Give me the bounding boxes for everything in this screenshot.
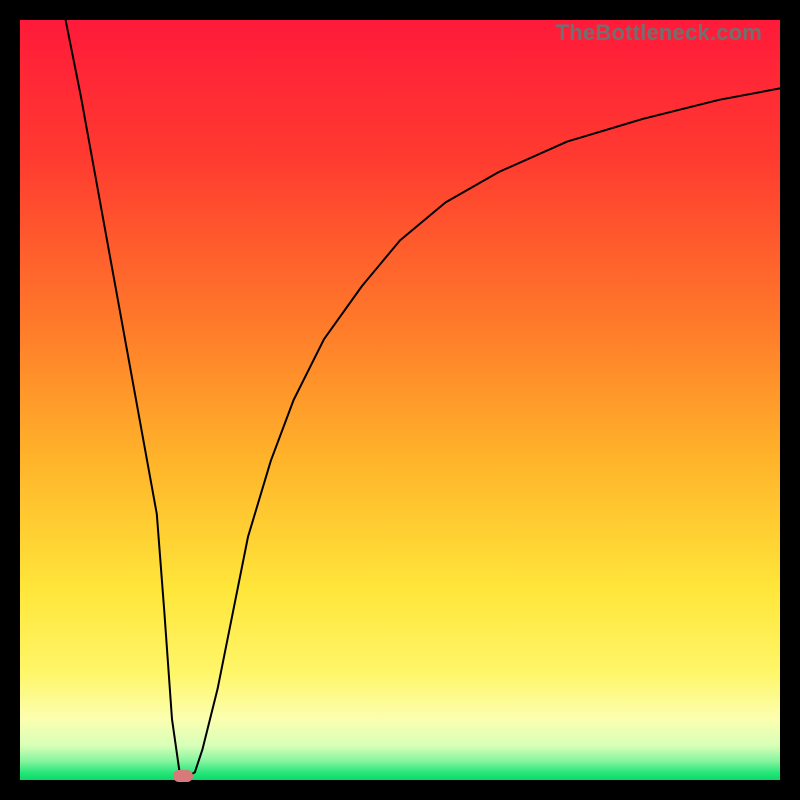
bottleneck-curve: [20, 20, 780, 780]
optimum-marker: [173, 770, 193, 782]
chart-frame: TheBottleneck.com: [20, 20, 780, 780]
watermark-text: TheBottleneck.com: [556, 20, 762, 46]
